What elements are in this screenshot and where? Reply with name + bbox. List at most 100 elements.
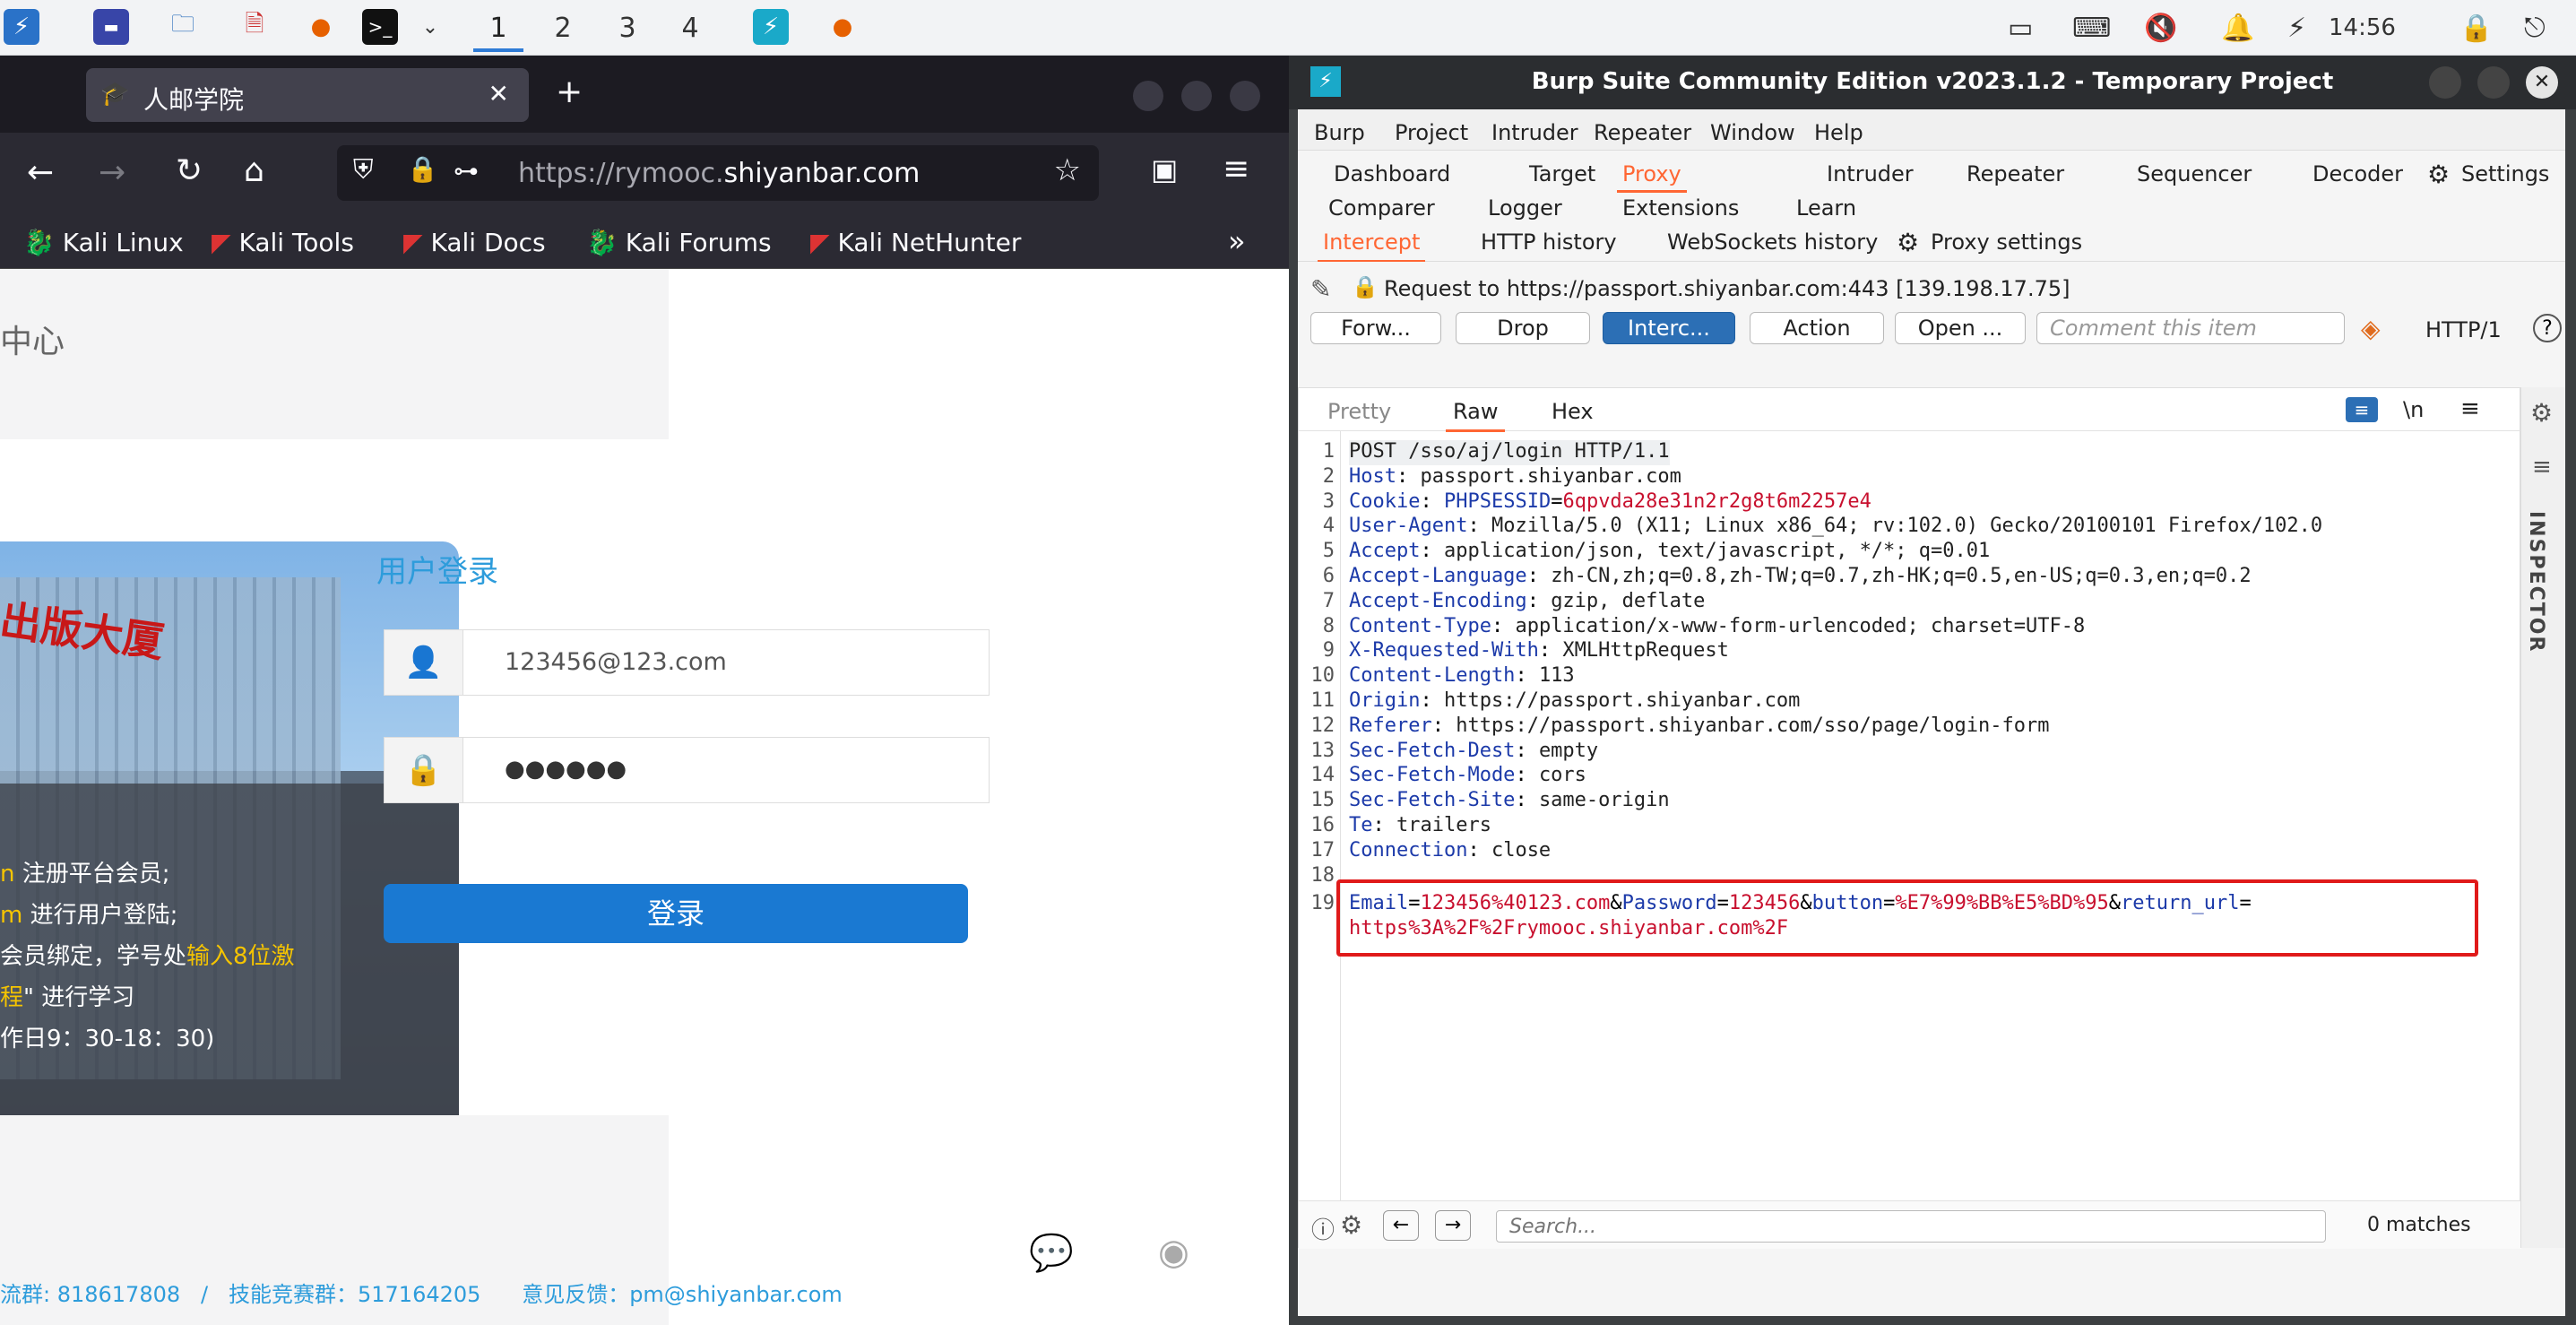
close-tab-icon[interactable]: ✕ bbox=[488, 79, 509, 108]
screen-icon[interactable]: ▭ bbox=[2008, 13, 2033, 44]
firefox-taskbar-icon[interactable]: ● bbox=[825, 9, 860, 45]
subtab-websockets-history[interactable]: WebSockets history bbox=[1667, 229, 1878, 255]
tab-comparer[interactable]: Comparer bbox=[1328, 195, 1435, 221]
proxy-settings-gear-icon[interactable]: ⚙ bbox=[1897, 228, 1919, 257]
url-bar[interactable]: ⛨ 🔒 ⊶ https://rymooc.shiyanbar.com ☆ bbox=[337, 145, 1099, 201]
tab-sequencer[interactable]: Sequencer bbox=[2137, 161, 2252, 186]
logout-icon[interactable]: ⎋ bbox=[2524, 13, 2546, 44]
http-version[interactable]: HTTP/1 bbox=[2425, 317, 2502, 342]
menu-burp[interactable]: Burp bbox=[1314, 120, 1365, 145]
bookmark-kali-nethunter[interactable]: ◤ Kali NetHunter bbox=[810, 228, 1021, 257]
password-field[interactable]: 🔒 ●●●●●● bbox=[384, 737, 990, 803]
tab-decoder[interactable]: Decoder bbox=[2312, 161, 2403, 186]
search-settings-gear-icon[interactable]: ⚙ bbox=[1340, 1210, 1362, 1240]
tab-repeater[interactable]: Repeater bbox=[1967, 161, 2064, 186]
text-editor-icon[interactable]: 🗎 bbox=[237, 9, 272, 45]
pocket-icon[interactable]: ▣ bbox=[1151, 152, 1178, 186]
inspector-list-icon[interactable]: ≡ bbox=[2532, 454, 2552, 481]
notification-icon[interactable]: 🔔 bbox=[2221, 13, 2254, 44]
tab-intruder[interactable]: Intruder bbox=[1827, 161, 1914, 186]
bookmark-kali-linux[interactable]: 🐉 Kali Linux bbox=[23, 228, 184, 257]
home-icon[interactable]: ⌂ bbox=[244, 152, 264, 189]
workspace-4[interactable]: 4 bbox=[665, 9, 715, 48]
show-newlines-toggle[interactable]: \n bbox=[2403, 397, 2424, 422]
subtab-intercept[interactable]: Intercept bbox=[1318, 229, 1426, 263]
tab-logger[interactable]: Logger bbox=[1488, 195, 1562, 221]
more-bookmarks-icon[interactable]: » bbox=[1228, 224, 1246, 258]
desktop-icon[interactable]: ▬ bbox=[93, 9, 129, 45]
chevron-down-icon[interactable]: ⌄ bbox=[412, 9, 448, 45]
action-button[interactable]: Action bbox=[1750, 312, 1884, 344]
menu-repeater[interactable]: Repeater bbox=[1594, 120, 1691, 145]
menu-window[interactable]: Window bbox=[1710, 120, 1795, 145]
burp-minimize-icon[interactable] bbox=[2429, 66, 2461, 99]
menu-project[interactable]: Project bbox=[1395, 120, 1468, 145]
browser-tab[interactable]: 🎓 人邮学院 ✕ bbox=[86, 68, 529, 122]
back-icon[interactable]: ← bbox=[27, 154, 54, 191]
wrap-lines-icon[interactable]: ≡ bbox=[2346, 397, 2378, 422]
power-icon[interactable]: ⚡ bbox=[2287, 13, 2306, 44]
email-field[interactable]: 👤 123456@123.com bbox=[384, 629, 990, 696]
permissions-key-icon[interactable]: ⊶ bbox=[454, 156, 479, 186]
shield-icon[interactable]: ⛨ bbox=[353, 154, 374, 186]
workspace-1[interactable]: 1 bbox=[473, 9, 523, 52]
menu-help[interactable]: Help bbox=[1814, 120, 1863, 145]
view-tab-hex[interactable]: Hex bbox=[1552, 399, 1594, 424]
forward-button[interactable]: Forw... bbox=[1310, 312, 1441, 344]
maximize-icon[interactable] bbox=[1181, 81, 1212, 111]
subtab-proxy-settings[interactable]: Proxy settings bbox=[1931, 229, 2082, 255]
bookmark-kali-tools[interactable]: ◤ Kali Tools bbox=[212, 228, 354, 257]
bookmark-star-icon[interactable]: ☆ bbox=[1054, 152, 1081, 188]
help-icon[interactable]: ? bbox=[2533, 314, 2562, 342]
login-button[interactable]: 登录 bbox=[384, 884, 968, 943]
forward-icon[interactable]: → bbox=[99, 154, 125, 191]
drop-button[interactable]: Drop bbox=[1456, 312, 1590, 344]
comment-input[interactable]: Comment this item bbox=[2036, 312, 2345, 344]
search-prev-icon[interactable]: ← bbox=[1383, 1210, 1419, 1241]
intercept-toggle-button[interactable]: Interc... bbox=[1603, 312, 1735, 344]
minimize-icon[interactable] bbox=[1133, 81, 1163, 111]
help-search-icon[interactable]: ⓘ bbox=[1311, 1212, 1335, 1245]
search-next-icon[interactable]: → bbox=[1435, 1210, 1471, 1241]
tab-learn[interactable]: Learn bbox=[1796, 195, 1856, 221]
search-input[interactable] bbox=[1496, 1210, 2326, 1243]
wechat-icon[interactable]: 💬 bbox=[1029, 1232, 1074, 1274]
bookmark-kali-docs[interactable]: ◤ Kali Docs bbox=[403, 228, 546, 257]
terminal-icon[interactable]: >_ bbox=[362, 9, 398, 45]
menu-intruder[interactable]: Intruder bbox=[1491, 120, 1578, 145]
lock-icon[interactable]: 🔒 bbox=[2459, 13, 2493, 44]
bookmark-kali-forums[interactable]: 🐉 Kali Forums bbox=[586, 228, 772, 257]
weibo-icon[interactable]: ◉ bbox=[1158, 1232, 1189, 1273]
firefox-launcher-icon[interactable]: ● bbox=[303, 9, 339, 45]
file-manager-icon[interactable]: 🗀 bbox=[165, 9, 201, 45]
lock-padlock-icon[interactable]: 🔒 bbox=[407, 154, 438, 184]
tab-extensions[interactable]: Extensions bbox=[1622, 195, 1739, 221]
tab-dashboard[interactable]: Dashboard bbox=[1334, 161, 1450, 186]
view-tab-pretty[interactable]: Pretty bbox=[1327, 399, 1391, 424]
new-tab-icon[interactable]: + bbox=[556, 74, 583, 110]
subtab-http-history[interactable]: HTTP history bbox=[1481, 229, 1617, 255]
workspace-2[interactable]: 2 bbox=[538, 9, 588, 48]
search-matches: 0 matches bbox=[2367, 1214, 2471, 1236]
editor-menu-icon[interactable]: ≡ bbox=[2460, 395, 2480, 422]
volume-muted-icon[interactable]: 🔇 bbox=[2144, 13, 2177, 44]
tab-settings[interactable]: Settings bbox=[2461, 161, 2549, 186]
inspector-gear-icon[interactable]: ⚙ bbox=[2530, 398, 2553, 428]
highlight-color-icon[interactable]: ◈ bbox=[2361, 314, 2381, 343]
inspector-label[interactable]: INSPECTOR bbox=[2525, 511, 2547, 653]
burp-close-icon[interactable]: ✕ bbox=[2526, 66, 2558, 99]
request-body-area[interactable]: 19 Email=123456%40123.com&Password=12345… bbox=[1299, 440, 2500, 996]
burp-taskbar-icon[interactable]: ⚡ bbox=[753, 9, 789, 45]
keyboard-icon[interactable]: ⌨ bbox=[2072, 13, 2111, 44]
burp-maximize-icon[interactable] bbox=[2477, 66, 2510, 99]
workspace-3[interactable]: 3 bbox=[602, 9, 653, 48]
open-browser-button[interactable]: Open ... bbox=[1895, 312, 2026, 344]
kali-menu-icon[interactable]: ⚡ bbox=[4, 9, 39, 45]
tab-proxy[interactable]: Proxy bbox=[1617, 161, 1687, 193]
reload-icon[interactable]: ↻ bbox=[176, 152, 203, 189]
tab-target[interactable]: Target bbox=[1529, 161, 1595, 186]
settings-gear-icon[interactable]: ⚙ bbox=[2427, 160, 2450, 189]
view-tab-raw[interactable]: Raw bbox=[1446, 399, 1506, 432]
close-window-icon[interactable] bbox=[1230, 81, 1260, 111]
hamburger-menu-icon[interactable]: ≡ bbox=[1223, 151, 1249, 187]
